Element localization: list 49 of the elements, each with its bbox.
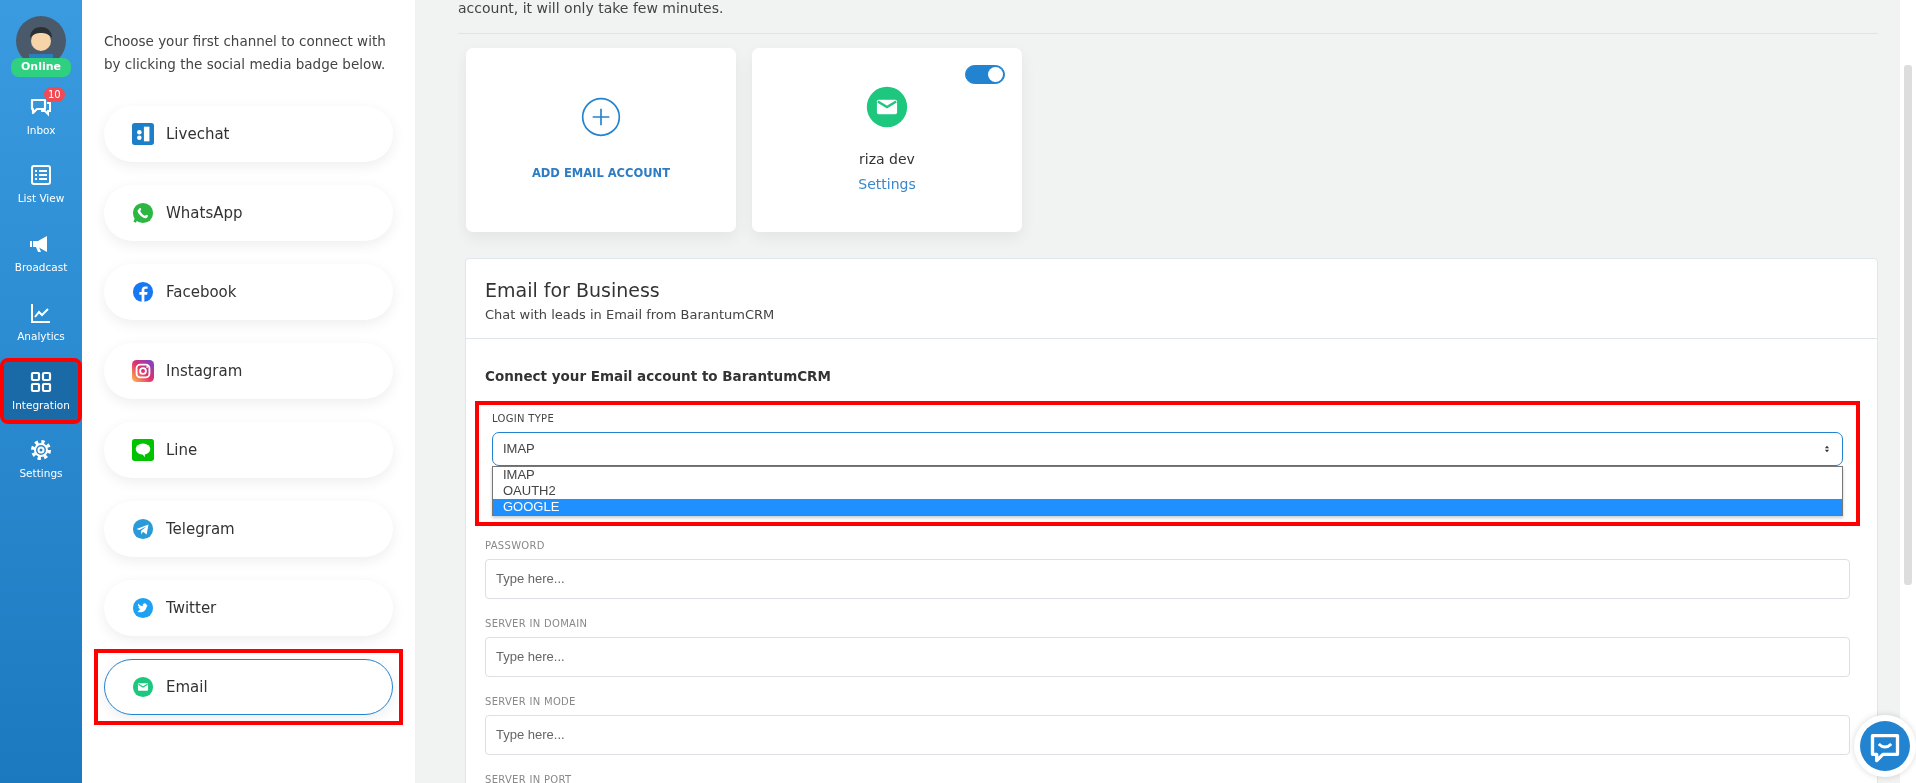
sort-arrows-icon — [1822, 443, 1832, 454]
list-icon — [29, 163, 53, 188]
scrollbar[interactable] — [1900, 0, 1916, 783]
field-label: SERVER IN MODE — [485, 694, 577, 709]
dropdown-option[interactable]: IMAP — [493, 466, 1842, 483]
chat-bubble-icon — [1860, 721, 1910, 771]
channel-button[interactable]: Line — [104, 422, 393, 478]
input-field[interactable]: Type here... — [485, 558, 1850, 599]
intro-text: Choose your first channel to connect with by clicking the social media badge below. — [104, 32, 387, 74]
settings-icon — [29, 438, 53, 463]
whatsapp-icon — [132, 202, 154, 224]
field-label: LOGIN TYPE — [492, 411, 555, 426]
toggle-switch[interactable] — [965, 65, 1005, 84]
input-field[interactable]: Type here... — [485, 714, 1850, 755]
envelope-icon — [132, 676, 154, 698]
channel-button[interactable]: Facebook — [104, 264, 393, 320]
channel-button[interactable]: Email — [104, 659, 393, 715]
facebook-icon — [132, 281, 154, 303]
form-title: Email for Business — [485, 279, 661, 302]
grid-icon — [29, 369, 53, 394]
livechat-icon — [132, 123, 154, 145]
paper-plane-icon — [132, 518, 154, 540]
speech-bubble-icon — [132, 439, 154, 461]
envelope-icon — [865, 85, 909, 129]
channel-button[interactable]: Telegram — [104, 501, 393, 557]
nav-item[interactable]: Settings — [4, 430, 78, 489]
field-label: PASSWORD — [485, 538, 546, 553]
dropdown-option[interactable]: OAUTH2 — [493, 482, 1842, 499]
instagram-icon — [132, 360, 154, 382]
select-field[interactable]: IMAP — [492, 431, 1843, 466]
add-account-card[interactable]: ADD EMAIL ACCOUNT — [466, 48, 736, 232]
plus-circle-icon — [581, 97, 621, 138]
channel-button[interactable]: Livechat — [104, 106, 393, 162]
field-label: SERVER IN DOMAIN — [485, 616, 589, 631]
section-title: Connect your Email account to BarantumCRM — [485, 367, 832, 387]
input-field[interactable]: Type here... — [485, 636, 1850, 677]
channel-button[interactable]: Twitter — [104, 580, 393, 636]
bird-icon — [132, 597, 154, 619]
count-badge: 10 — [44, 86, 65, 102]
nav-item[interactable]: Inbox 10 — [4, 86, 78, 146]
settings-link[interactable]: Settings — [858, 174, 916, 195]
intro-text: account, it will only take few minutes. — [458, 0, 725, 16]
field-label: SERVER IN PORT — [485, 772, 573, 783]
account-name: riza dev — [859, 150, 915, 169]
form-subtitle: Chat with leads in Email from BarantumCRM — [485, 305, 776, 324]
channel-button[interactable]: WhatsApp — [104, 185, 393, 241]
status-badge: Online — [11, 58, 71, 77]
nav-item[interactable]: Analytics — [4, 292, 78, 352]
channel-button[interactable]: Instagram — [104, 343, 393, 399]
